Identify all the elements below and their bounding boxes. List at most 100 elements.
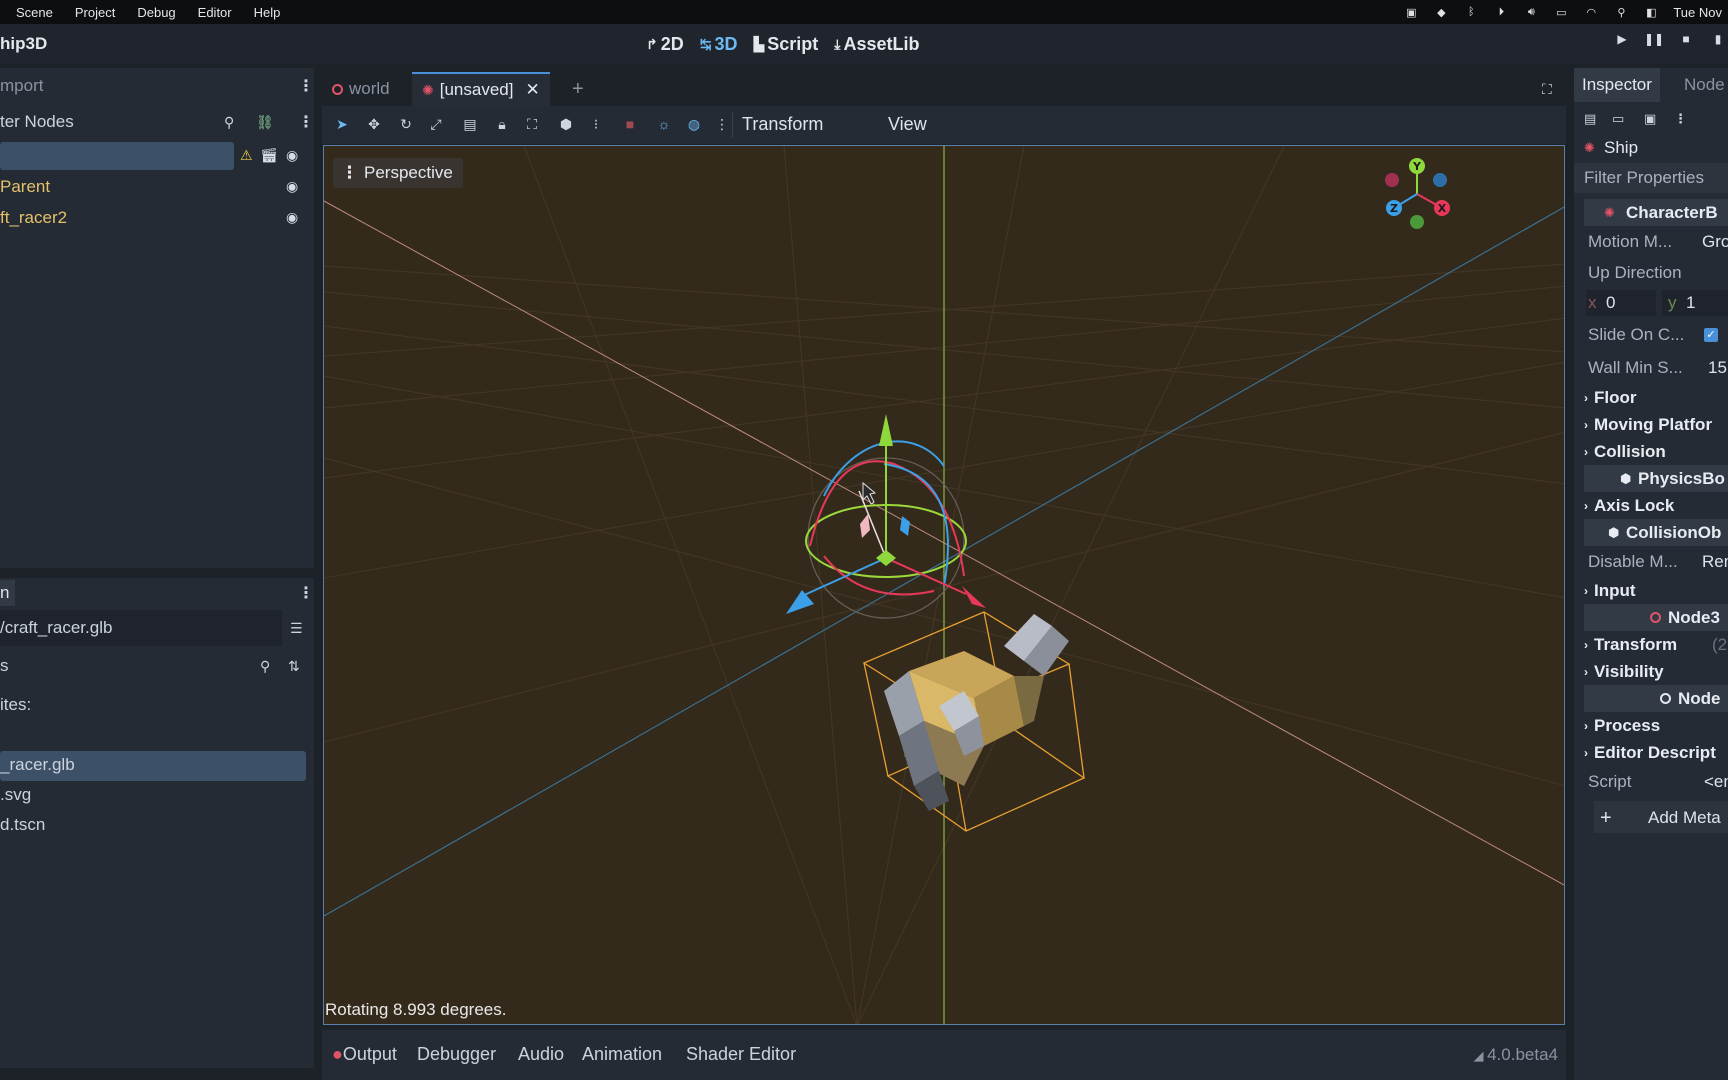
section-input[interactable]: › Input	[1574, 577, 1728, 604]
orientation-gizmo[interactable]: Y X Z	[1385, 158, 1450, 229]
battery-icon[interactable]: ▭	[1553, 6, 1569, 19]
screen-record-icon[interactable]: ▣	[1403, 6, 1419, 19]
save-icon[interactable]: ▣	[1644, 111, 1656, 127]
workspace-assetlib-button[interactable]: ⤓ AssetLib	[834, 30, 919, 58]
ship-model[interactable]	[884, 614, 1069, 811]
volume-icon[interactable]: 🔊︎	[1523, 6, 1539, 18]
app-tray-icon[interactable]: ◆	[1433, 6, 1449, 19]
menu-debug[interactable]: Debug	[126, 5, 186, 20]
control-center-icon[interactable]: ◧	[1643, 6, 1659, 19]
section-floor[interactable]: › Floor	[1574, 384, 1728, 411]
workspace-2d-button[interactable]: ↱ 2D	[646, 30, 684, 58]
section-moving-platform[interactable]: › Moving Platfor	[1574, 411, 1728, 438]
instance-scene-icon[interactable]: ⛓	[256, 114, 274, 131]
warning-icon[interactable]: ⚠	[240, 147, 253, 164]
menu-editor[interactable]: Editor	[187, 5, 243, 20]
tab-import[interactable]: mport	[0, 76, 43, 96]
toolbar-kebab-icon[interactable]: ⋮	[712, 116, 732, 133]
view-menu[interactable]: View	[888, 114, 927, 135]
section-transform[interactable]: › Transform (2	[1574, 631, 1728, 658]
add-tab-icon[interactable]: +	[572, 72, 584, 106]
tab-filesystem[interactable]: n	[0, 580, 16, 606]
menubar-clock[interactable]: Tue Nov	[1673, 5, 1722, 20]
x-axis-arrow[interactable]	[962, 586, 986, 608]
filter-nodes-input[interactable]: ter Nodes ⚲ ⛓ ⋮	[0, 104, 314, 140]
tab-debugger[interactable]: Debugger	[417, 1044, 496, 1065]
prop-slide-on-ceiling[interactable]: Slide On C... ✓	[1574, 318, 1728, 352]
file-item-tscn[interactable]: d.tscn	[0, 810, 314, 840]
class-header-physicsbody[interactable]: ⬢ PhysicsBo	[1584, 465, 1728, 492]
section-collision[interactable]: › Collision	[1574, 438, 1728, 465]
file-item-craft-racer-glb[interactable]: _racer.glb	[0, 750, 314, 781]
slide-checkbox[interactable]: ✓	[1704, 328, 1718, 342]
workspace-script-button[interactable]: ▙ Script	[754, 30, 819, 58]
class-header-collisionobject[interactable]: ⬢ CollisionOb	[1584, 519, 1728, 546]
select-mode-icon[interactable]: ➤	[332, 116, 352, 133]
sun-preview-icon[interactable]: ☼	[654, 116, 674, 132]
scene-tree-kebab-icon[interactable]: ⋮	[298, 112, 314, 132]
viewport-scene-svg[interactable]: Y X Z	[324, 146, 1565, 1025]
menu-help[interactable]: Help	[243, 5, 292, 20]
wifi-icon[interactable]: ◠	[1583, 6, 1599, 19]
tab-inspector[interactable]: Inspector	[1574, 68, 1660, 102]
lock-icon[interactable]: 🔒︎	[492, 116, 512, 133]
visibility-eye-icon[interactable]: ◉	[286, 209, 298, 226]
scale-mode-icon[interactable]: ⤢	[426, 116, 446, 133]
new-resource-icon[interactable]: ▤	[1584, 111, 1596, 127]
sort-icon[interactable]: ⇅	[288, 658, 300, 675]
open-folder-icon[interactable]: ▭	[1612, 111, 1624, 127]
clapperboard-icon[interactable]: 🎬︎	[260, 147, 278, 164]
tab-unsaved[interactable]: ✺ [unsaved] ✕	[412, 72, 550, 106]
snap-icon[interactable]: ⁝	[586, 116, 606, 133]
3d-viewport[interactable]: Y X Z ⋮ Perspective Rotating 8.993 degre…	[323, 145, 1565, 1025]
play-scene-icon[interactable]: ▮	[1708, 32, 1728, 46]
kebab-menu-icon[interactable]: ⋮	[1674, 111, 1687, 127]
split-mode-icon[interactable]: ☰	[290, 620, 303, 637]
workspace-3d-button[interactable]: ↹ 3D	[700, 30, 738, 58]
class-header-node3d[interactable]: Node3	[1584, 604, 1728, 631]
kebab-menu-icon[interactable]: ⋮	[298, 583, 314, 603]
y-axis-arrow[interactable]	[879, 414, 893, 446]
play-icon[interactable]: ▶	[1612, 32, 1632, 46]
tab-output[interactable]: ●Output	[332, 1044, 397, 1065]
close-tab-icon[interactable]: ✕	[525, 80, 539, 100]
tab-audio[interactable]: Audio	[518, 1044, 564, 1065]
menu-scene[interactable]: Scene	[0, 5, 64, 20]
transform-menu[interactable]: Transform	[742, 114, 823, 135]
list-select-icon[interactable]: ▤	[460, 116, 480, 133]
tab-animation[interactable]: Animation	[582, 1044, 662, 1065]
move-mode-icon[interactable]: ✥	[364, 116, 384, 133]
rotate-mode-icon[interactable]: ↻	[396, 116, 416, 133]
section-editor-description[interactable]: › Editor Descript	[1574, 739, 1728, 766]
file-item-svg[interactable]: .svg	[0, 780, 314, 810]
class-header-characterbody[interactable]: ✺ CharacterB	[1584, 199, 1728, 226]
add-metadata-button[interactable]: + Add Meta	[1574, 801, 1728, 835]
tree-item-parent[interactable]: Parent ◉	[0, 171, 314, 202]
visibility-eye-icon[interactable]: ◉	[286, 147, 298, 164]
xy-plane-handle[interactable]	[860, 514, 870, 538]
prop-script[interactable]: Script <em	[1574, 766, 1728, 797]
environment-preview-icon[interactable]: ◍	[684, 116, 704, 133]
tab-shader-editor[interactable]: Shader Editor	[686, 1044, 796, 1065]
spotlight-search-icon[interactable]: ⚲	[1613, 6, 1629, 19]
stop-icon[interactable]: ■	[1676, 32, 1696, 46]
play-circle-icon[interactable]: ⏵	[1493, 6, 1509, 18]
prop-wall-min-slide[interactable]: Wall Min S... 15	[1574, 352, 1728, 384]
perspective-menu-button[interactable]: ⋮ Perspective	[333, 158, 463, 188]
inspected-node-row[interactable]: ✺ Ship	[1574, 134, 1728, 161]
file-search-input[interactable]: s ⚲ ⇅	[0, 648, 314, 684]
class-header-node[interactable]: Node	[1584, 685, 1728, 712]
distraction-free-icon[interactable]: ⛶	[1542, 72, 1552, 106]
kebab-menu-icon[interactable]: ⋮	[298, 76, 314, 96]
section-visibility[interactable]: › Visibility	[1574, 658, 1728, 685]
bluetooth-icon[interactable]: ᛒ	[1463, 6, 1479, 18]
camera-preview-icon[interactable]: ■	[620, 116, 640, 132]
filter-properties-input[interactable]: Filter Properties	[1574, 163, 1728, 193]
tree-item-craft-racer2[interactable]: ft_racer2 ◉	[0, 202, 314, 233]
prop-motion-mode[interactable]: Motion M... Gro	[1574, 226, 1728, 257]
xz-plane-handle[interactable]	[876, 550, 896, 566]
group-icon[interactable]: ⛶	[522, 116, 542, 133]
z-axis-arrow[interactable]	[786, 590, 814, 614]
local-space-icon[interactable]: ⬢	[556, 116, 576, 133]
pause-icon[interactable]: ❚❚	[1644, 32, 1664, 46]
